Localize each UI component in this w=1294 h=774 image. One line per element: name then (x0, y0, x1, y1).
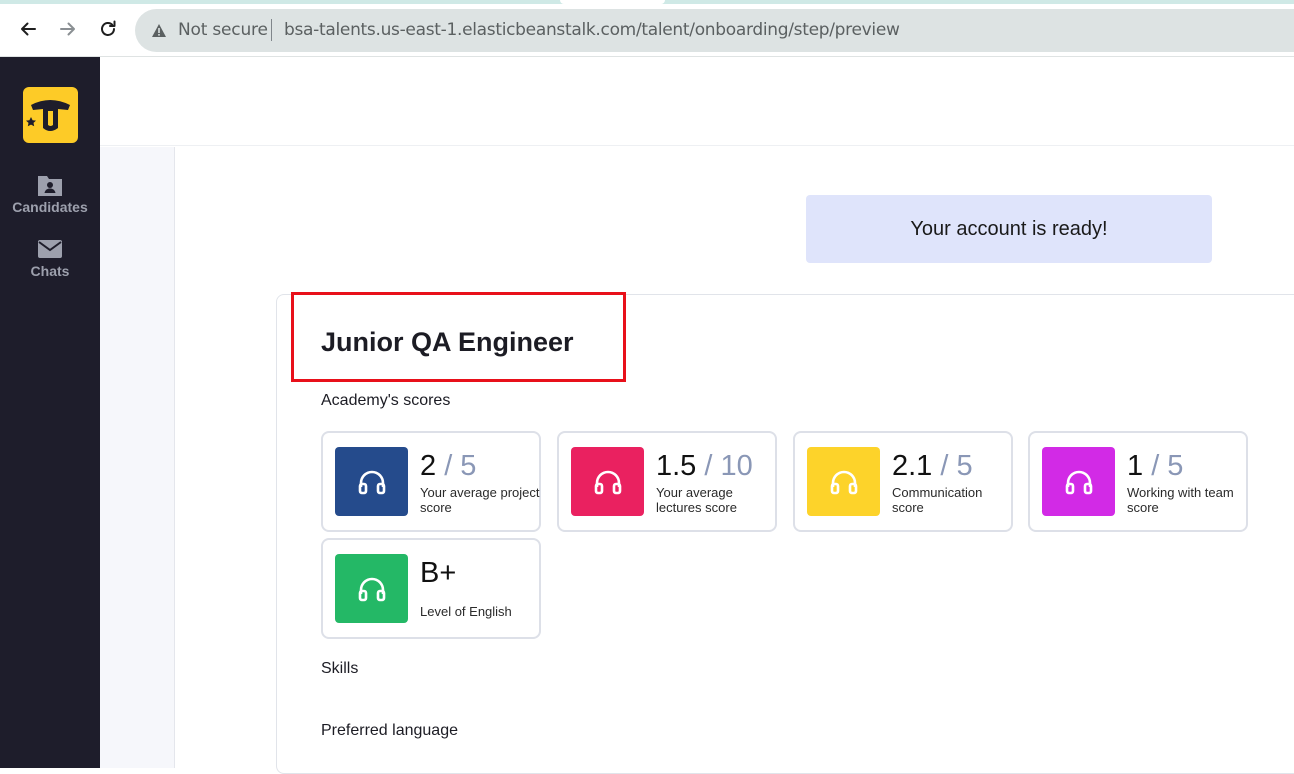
score-icon-badge (335, 447, 408, 516)
sidebar: Candidates Chats (0, 57, 100, 768)
score-card-english: B+ Level of English (321, 538, 541, 639)
sidebar-item-chats[interactable]: Chats (0, 237, 100, 279)
score-description: Communication score (892, 485, 983, 515)
score-card-teamwork: 1 / 5 Working with team score (1028, 431, 1248, 532)
security-label[interactable]: Not secure (178, 20, 268, 40)
headphones-icon (830, 470, 857, 494)
app-logo[interactable] (23, 87, 78, 143)
headphones-icon (594, 470, 621, 494)
reload-button[interactable] (95, 16, 121, 42)
score-card-lectures: 1.5 / 10 Your average lectures score (557, 431, 777, 532)
page-header (100, 57, 1294, 146)
folder-user-icon (38, 176, 62, 196)
url-text[interactable]: bsa-talents.us-east-1.elasticbeanstalk.c… (284, 20, 900, 40)
score-card-communication: 2.1 / 5 Communication score (793, 431, 1013, 532)
account-ready-banner: Your account is ready! (806, 195, 1212, 263)
forward-button[interactable] (55, 16, 81, 42)
score-icon-badge (335, 554, 408, 623)
academy-scores-label: Academy's scores (321, 392, 451, 409)
sidebar-item-candidates[interactable]: Candidates (0, 173, 100, 215)
envelope-icon (38, 240, 62, 258)
score-value: 2.1 / 5 (892, 450, 973, 482)
score-value: 1.5 / 10 (656, 450, 753, 482)
score-icon-badge (571, 447, 644, 516)
score-value: 2 / 5 (420, 450, 477, 482)
skills-label: Skills (321, 660, 359, 677)
score-card-project: 2 / 5 Your average project score (321, 431, 541, 532)
headphones-icon (1065, 470, 1092, 494)
score-icon-badge (807, 447, 880, 516)
browser-chrome: Not secure bsa-talents.us-east-1.elastic… (0, 0, 1294, 57)
job-title: Junior QA Engineer (321, 327, 574, 357)
content-gutter (100, 147, 175, 768)
arrow-left-icon (21, 22, 36, 36)
headphones-icon (358, 577, 385, 601)
tab-strip (0, 0, 1294, 4)
omnibox-divider (271, 19, 272, 41)
score-icon-badge (1042, 447, 1115, 516)
sidebar-item-label: Candidates (12, 199, 88, 215)
score-description: Level of English (420, 604, 512, 619)
arrow-right-icon (60, 22, 75, 36)
score-value: 1 / 5 (1127, 450, 1184, 482)
sidebar-item-label: Chats (30, 263, 70, 279)
score-description: Your average project score (420, 485, 540, 515)
headphones-icon (358, 470, 385, 494)
score-value: B+ (420, 557, 457, 589)
warning-icon[interactable] (151, 23, 167, 38)
preferred-language-label: Preferred language (321, 722, 458, 739)
reload-icon (101, 20, 116, 36)
score-description: Working with team score (1127, 485, 1234, 515)
back-button[interactable] (15, 16, 41, 42)
score-description: Your average lectures score (656, 485, 737, 515)
logo-icon (26, 100, 70, 131)
